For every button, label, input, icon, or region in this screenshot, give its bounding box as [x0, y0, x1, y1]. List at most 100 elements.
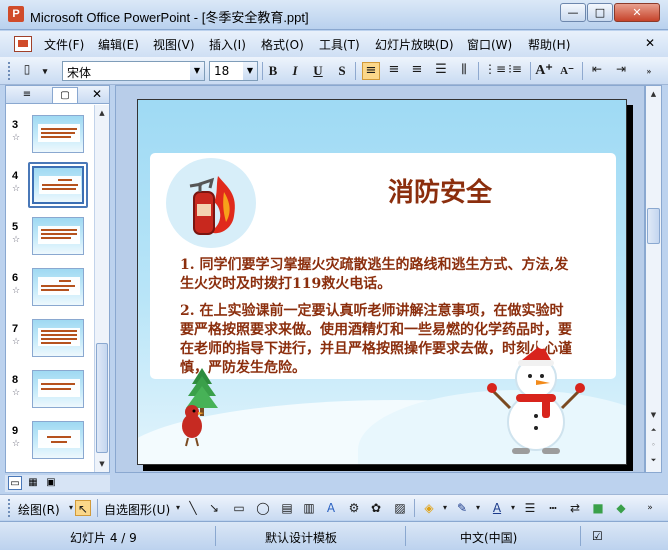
dropdown-arrow-icon[interactable]: ▾: [36, 62, 54, 80]
arrow-style-icon[interactable]: ⇄: [567, 500, 583, 516]
slide-thumbnail[interactable]: 5 ☆: [6, 217, 94, 257]
chevron-down-icon[interactable]: ▾: [437, 500, 453, 516]
underline-button[interactable]: U: [309, 62, 327, 80]
increase-indent-icon[interactable]: ⇥: [612, 62, 630, 80]
3d-style-icon[interactable]: ◆: [613, 500, 629, 516]
menu-insert[interactable]: 插入(I): [209, 36, 246, 53]
menu-format[interactable]: 格式(O): [261, 36, 304, 53]
scroll-down-icon[interactable]: ▼: [647, 408, 660, 422]
pane-close-icon[interactable]: ✕: [92, 87, 102, 101]
vertical-text-box-icon[interactable]: ▥: [301, 500, 317, 516]
rectangle-icon[interactable]: ▭: [231, 500, 247, 516]
chevron-down-icon[interactable]: ▾: [470, 500, 486, 516]
close-button[interactable]: ✕: [614, 3, 660, 22]
menu-view[interactable]: 视图(V): [153, 36, 195, 53]
minimize-button[interactable]: —: [560, 3, 586, 22]
font-name-select[interactable]: 宋体 ▼: [62, 61, 205, 81]
shrink-font-button[interactable]: A⁻: [558, 62, 576, 80]
toolbar-grip[interactable]: [8, 499, 11, 517]
bulleted-list-icon[interactable]: ⁝≡: [506, 62, 524, 80]
slide-canvas[interactable]: 消防安全 1. 同学们要学习掌握火灾疏散逃生的路线和逃生方式、方法,发生火灾时及…: [137, 99, 627, 465]
document-icon[interactable]: [14, 36, 32, 52]
scrollbar-thumb[interactable]: [96, 343, 108, 453]
slide-thumbnail[interactable]: 8 ☆: [6, 370, 94, 410]
slide-thumbnail[interactable]: 9 ☆: [6, 421, 94, 461]
title-bar: P Microsoft Office PowerPoint - [冬季安全教育.…: [0, 0, 668, 30]
slide-title[interactable]: 消防安全: [388, 172, 492, 209]
grow-font-button[interactable]: A⁺: [535, 62, 553, 80]
outline-tab-icon[interactable]: ≡: [14, 87, 40, 103]
menu-tools[interactable]: 工具(T): [319, 36, 360, 53]
italic-button[interactable]: I: [286, 62, 304, 80]
chevron-down-icon[interactable]: ▼: [190, 62, 204, 80]
slide-sorter-view-icon[interactable]: ▦: [26, 476, 40, 490]
shadow-style-icon[interactable]: ■: [590, 500, 606, 516]
slides-pane-scrollbar[interactable]: ▲ ▼: [94, 105, 109, 472]
line-color-icon[interactable]: ✎: [454, 500, 470, 516]
maximize-button[interactable]: □: [587, 3, 613, 22]
chevron-down-icon[interactable]: ▾: [170, 500, 186, 516]
slide-thumbnail[interactable]: 3 ☆: [6, 115, 94, 155]
draw-menu-button[interactable]: 绘图(R): [18, 501, 60, 518]
font-color-icon[interactable]: A: [489, 500, 505, 516]
scroll-up-icon[interactable]: ▲: [96, 106, 108, 120]
chevron-down-icon[interactable]: ▼: [243, 62, 257, 80]
slide-vertical-scrollbar[interactable]: ▲ ▼ ⏶ ◦ ⏷: [645, 85, 662, 473]
previous-slide-icon[interactable]: ⏶: [647, 423, 660, 437]
scrollbar-thumb[interactable]: [647, 208, 660, 244]
slide-number: 8: [12, 374, 19, 386]
clip-art-icon[interactable]: ✿: [368, 500, 384, 516]
menu-help[interactable]: 帮助(H): [528, 36, 570, 53]
scroll-down-icon[interactable]: ▼: [96, 457, 108, 471]
align-center-icon[interactable]: ≡: [385, 62, 403, 80]
slide-thumbnail[interactable]: 6 ☆: [6, 268, 94, 308]
normal-view-icon[interactable]: ▭: [8, 476, 22, 490]
toolbar-options-icon[interactable]: »: [640, 62, 658, 80]
animation-star-icon: ☆: [12, 133, 21, 143]
snowman-image: [487, 339, 585, 454]
status-divider: [580, 526, 581, 546]
slideshow-view-icon[interactable]: ▣: [44, 476, 58, 490]
document-close-icon[interactable]: ✕: [645, 36, 655, 50]
dash-style-icon[interactable]: ┅: [545, 500, 561, 516]
thumbnail-image: [32, 268, 84, 306]
toolbar-options-icon[interactable]: »: [642, 500, 658, 516]
bold-button[interactable]: B: [264, 62, 282, 80]
menu-slideshow[interactable]: 幻灯片放映(D): [375, 36, 454, 53]
justify-icon[interactable]: ☰: [432, 62, 450, 80]
new-document-icon[interactable]: ▯: [18, 62, 36, 80]
scroll-up-icon[interactable]: ▲: [647, 87, 660, 101]
align-right-icon[interactable]: ≡: [408, 62, 426, 80]
font-size-select[interactable]: 18 ▼: [209, 61, 258, 81]
fill-color-icon[interactable]: ◈: [421, 500, 437, 516]
thumbnail-image: [32, 421, 84, 459]
oval-icon[interactable]: ◯: [255, 500, 271, 516]
line-icon[interactable]: ╲: [185, 500, 201, 516]
spelling-check-icon[interactable]: ☑: [592, 529, 603, 543]
slides-tab-icon[interactable]: ▢: [52, 87, 78, 103]
line-style-icon[interactable]: ☰: [522, 500, 538, 516]
select-object-icon[interactable]: ◦: [647, 438, 660, 452]
text-box-icon[interactable]: ▤: [279, 500, 295, 516]
slide-thumbnail[interactable]: 7 ☆: [6, 319, 94, 359]
menu-window[interactable]: 窗口(W): [467, 36, 512, 53]
picture-icon[interactable]: ▨: [392, 500, 408, 516]
column-icon[interactable]: ⫼: [455, 62, 473, 80]
toolbar-grip[interactable]: [8, 62, 11, 80]
decrease-indent-icon[interactable]: ⇤: [588, 62, 606, 80]
slide-thumbnail-selected[interactable]: 4 ☆: [6, 162, 94, 208]
autoshapes-menu-button[interactable]: 自选图形(U): [104, 501, 170, 518]
wordart-icon[interactable]: A: [323, 500, 339, 516]
next-slide-icon[interactable]: ⏷: [647, 453, 660, 467]
align-left-icon[interactable]: ≡: [362, 62, 380, 80]
menu-edit[interactable]: 编辑(E): [98, 36, 139, 53]
chevron-down-icon[interactable]: ▾: [505, 500, 521, 516]
numbered-list-icon[interactable]: ⋮≡: [484, 62, 506, 80]
diagram-icon[interactable]: ⚙: [346, 500, 362, 516]
shadow-button[interactable]: S: [333, 62, 351, 80]
slide-paragraph-1[interactable]: 1. 同学们要学习掌握火灾疏散逃生的路线和逃生方式、方法,发生火灾时及时拨打11…: [180, 256, 575, 294]
select-pointer-icon[interactable]: ↖: [75, 500, 91, 516]
arrow-icon[interactable]: ↘: [206, 500, 222, 516]
status-bar: 幻灯片 4 / 9 默认设计模板 中文(中国) ☑: [0, 521, 668, 550]
menu-file[interactable]: 文件(F): [44, 36, 84, 53]
